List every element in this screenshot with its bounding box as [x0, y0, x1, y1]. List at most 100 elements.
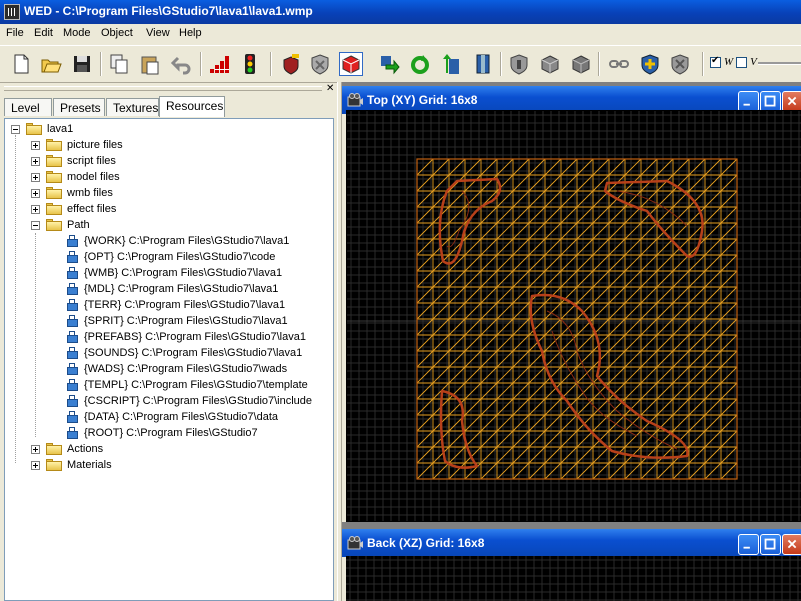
- tab-level[interactable]: Level: [4, 98, 52, 116]
- run-icon[interactable]: [238, 52, 262, 76]
- main-title-bar[interactable]: WED - C:\Program Files\GStudio7\lava1\la…: [0, 0, 801, 24]
- tree-path-item[interactable]: {DATA} C:\Program Files\GStudio7\data: [67, 409, 278, 425]
- expand-icon[interactable]: [31, 188, 40, 198]
- tree-folder[interactable]: wmb files: [31, 185, 113, 201]
- menu-object[interactable]: Object: [101, 27, 133, 39]
- add-position-icon[interactable]: [279, 52, 303, 76]
- tree-folder[interactable]: picture files: [31, 137, 123, 153]
- menu-help[interactable]: Help: [179, 27, 202, 39]
- maximize-button[interactable]: [760, 534, 781, 555]
- folder-icon: [46, 187, 62, 199]
- tree-item-label: Path: [67, 219, 90, 231]
- menu-edit[interactable]: Edit: [34, 27, 53, 39]
- cube-icon[interactable]: [339, 52, 363, 76]
- build-icon[interactable]: [207, 52, 231, 76]
- close-button[interactable]: [782, 91, 801, 112]
- wed-app-icon[interactable]: [4, 4, 20, 20]
- scale-icon[interactable]: [440, 52, 464, 76]
- toolbar-slider[interactable]: [758, 62, 801, 65]
- toolbar-separator: [100, 52, 102, 76]
- expand-icon[interactable]: [31, 444, 40, 454]
- tree-path-item[interactable]: {SPRIT} C:\Program Files\GStudio7\lava1: [67, 313, 288, 329]
- tree-folder[interactable]: Materials: [31, 457, 112, 473]
- tab-resources[interactable]: Resources: [159, 96, 225, 117]
- folder-icon: [46, 219, 62, 231]
- tree-path-item[interactable]: {TEMPL} C:\Program Files\GStudio7\templa…: [67, 377, 308, 393]
- minimize-button[interactable]: [738, 534, 759, 555]
- back-view-title-bar[interactable]: Back (XZ) Grid: 16x8: [342, 529, 801, 557]
- expand-icon[interactable]: [31, 140, 40, 150]
- tree-path-item[interactable]: {ROOT} C:\Program Files\GStudio7: [67, 425, 258, 441]
- tree-item-label: Actions: [67, 443, 104, 455]
- save-icon[interactable]: [70, 52, 94, 76]
- shield-icon[interactable]: [507, 52, 531, 76]
- tree-path-item[interactable]: {CSCRIPT} C:\Program Files\GStudio7\incl…: [67, 393, 312, 409]
- close-button[interactable]: [782, 534, 801, 555]
- add-object-icon[interactable]: [638, 52, 662, 76]
- tree-folder[interactable]: effect files: [31, 201, 116, 217]
- menu-mode[interactable]: Mode: [63, 27, 91, 39]
- camera-icon: [347, 93, 363, 107]
- menu-view[interactable]: View: [146, 27, 170, 39]
- undo-icon[interactable]: [170, 52, 194, 76]
- panel-tabs: Level Presets Textures Resources: [4, 96, 334, 118]
- tree-connector: [15, 135, 16, 463]
- w-checkbox[interactable]: [710, 55, 721, 68]
- tree-folder[interactable]: script files: [31, 153, 116, 169]
- tree-path-item[interactable]: {OPT} C:\Program Files\GStudio7\code: [67, 249, 275, 265]
- panel-grip[interactable]: [4, 86, 322, 91]
- folder-icon: [46, 203, 62, 215]
- tab-presets[interactable]: Presets: [53, 98, 105, 116]
- folder-icon: [46, 459, 62, 471]
- block-icon[interactable]: [538, 52, 562, 76]
- tree-folder[interactable]: model files: [31, 169, 120, 185]
- tree-path-item[interactable]: {WADS} C:\Program Files\GStudio7\wads: [67, 361, 287, 377]
- rotate-icon[interactable]: [408, 52, 432, 76]
- top-view-viewport[interactable]: [346, 110, 801, 522]
- collapse-icon[interactable]: [31, 220, 40, 230]
- tree-item-label: script files: [67, 155, 116, 167]
- maximize-button[interactable]: [760, 91, 781, 112]
- link-icon[interactable]: [607, 52, 631, 76]
- tree-folder-path[interactable]: Path: [31, 217, 90, 233]
- panel-close-icon[interactable]: ✕: [326, 83, 334, 94]
- delete-object-icon[interactable]: [668, 52, 692, 76]
- copy-icon[interactable]: [107, 52, 131, 76]
- resource-tree[interactable]: lava1 picture files script files model file…: [4, 118, 334, 601]
- expand-icon[interactable]: [31, 460, 40, 470]
- block2-icon[interactable]: [569, 52, 593, 76]
- menu-file[interactable]: File: [6, 27, 24, 39]
- tree-item-label: {WORK} C:\Program Files\GStudio7\lava1: [84, 235, 290, 247]
- dock-icon[interactable]: [471, 52, 495, 76]
- folder-icon: [46, 171, 62, 183]
- tree-folder[interactable]: Actions: [31, 441, 103, 457]
- tree-path-item[interactable]: {SOUNDS} C:\Program Files\GStudio7\lava1: [67, 345, 302, 361]
- camera-icon: [347, 536, 363, 550]
- tree-root-lava1[interactable]: lava1: [11, 121, 73, 137]
- move-icon[interactable]: [377, 52, 401, 76]
- collapse-icon[interactable]: [11, 124, 20, 134]
- tree-path-item[interactable]: {TERR} C:\Program Files\GStudio7\lava1: [67, 297, 285, 313]
- tree-item-label: model files: [67, 171, 120, 183]
- tree-path-item[interactable]: {WMB} C:\Program Files\GStudio7\lava1: [67, 265, 282, 281]
- v-checkbox[interactable]: [736, 56, 748, 68]
- tree-path-item[interactable]: {MDL} C:\Program Files\GStudio7\lava1: [67, 281, 278, 297]
- window-title: WED - C:\Program Files\GStudio7\lava1\la…: [24, 4, 313, 18]
- tree-item-label: picture files: [67, 139, 123, 151]
- paste-icon[interactable]: [138, 52, 162, 76]
- select-icon[interactable]: [308, 52, 332, 76]
- minimize-button[interactable]: [738, 91, 759, 112]
- tree-path-item[interactable]: {WORK} C:\Program Files\GStudio7\lava1: [67, 233, 289, 249]
- expand-icon[interactable]: [31, 204, 40, 214]
- new-icon[interactable]: [9, 52, 33, 76]
- back-view-viewport[interactable]: [346, 556, 801, 601]
- tree-item-label: Materials: [67, 459, 112, 471]
- tab-textures[interactable]: Textures: [106, 98, 159, 116]
- tree-path-item[interactable]: {PREFABS} C:\Program Files\GStudio7\lava…: [67, 329, 306, 345]
- toolbar-separator: [500, 52, 502, 76]
- path-icon: [67, 363, 78, 375]
- open-icon[interactable]: [39, 52, 63, 76]
- expand-icon[interactable]: [31, 172, 40, 182]
- expand-icon[interactable]: [31, 156, 40, 166]
- top-view-canvas: [347, 111, 801, 521]
